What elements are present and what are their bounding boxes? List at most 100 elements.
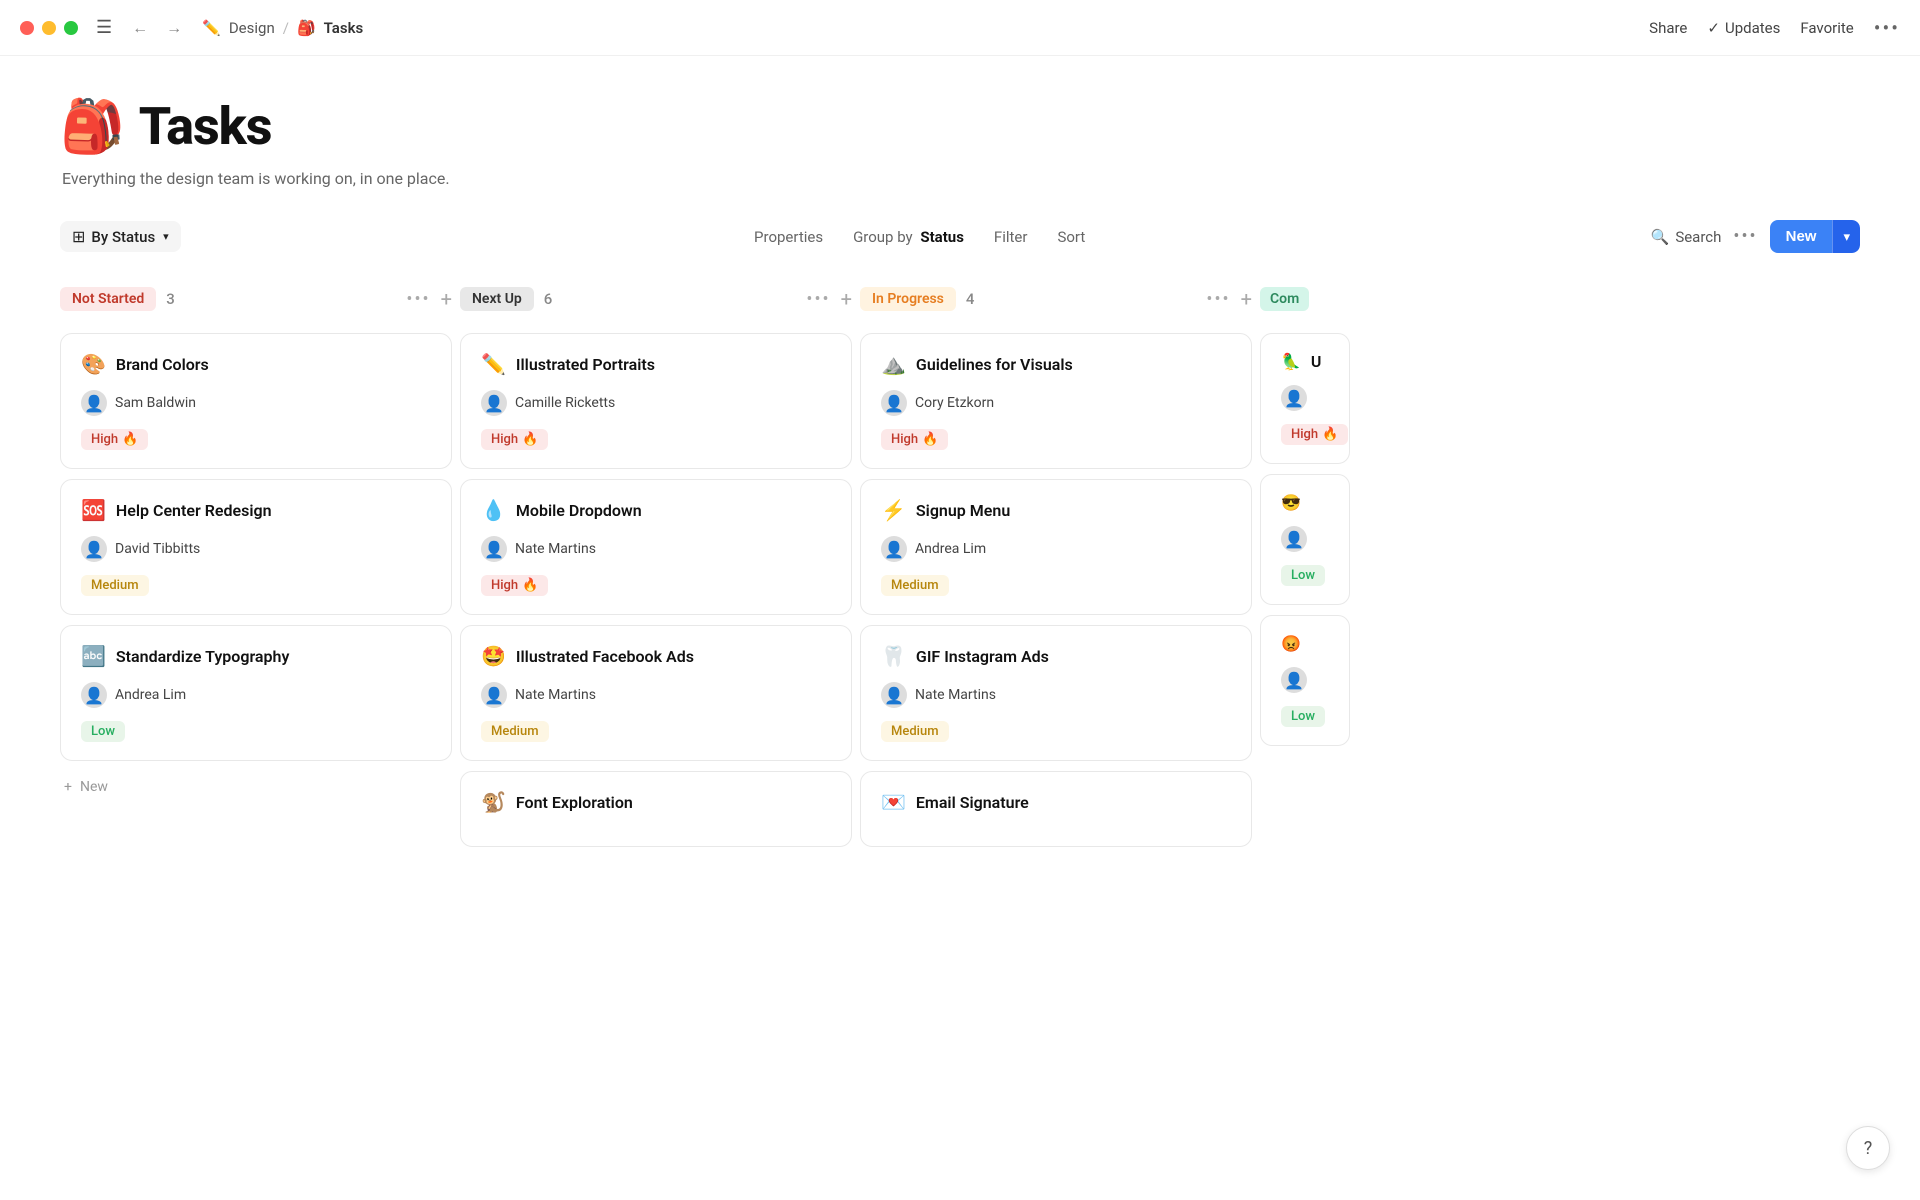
breadcrumb-separator: / [283,19,289,37]
column-next-up: Next Up 6 ••• + ✏️ Illustrated Portraits… [460,281,860,857]
forward-button[interactable]: → [160,16,188,40]
avatar: 👤 [81,682,107,708]
card-title-text: GIF Instagram Ads [916,647,1049,666]
avatar: 👤 [881,390,907,416]
nav-arrows: ← → [126,16,188,40]
card-illustrated-portraits[interactable]: ✏️ Illustrated Portraits 👤 Camille Ricke… [460,333,852,469]
card-title: 🆘 Help Center Redesign [81,498,431,522]
card-illustrated-fb-ads[interactable]: 🤩 Illustrated Facebook Ads 👤 Nate Martin… [460,625,852,761]
group-by-value: Status [920,228,964,246]
help-button[interactable]: ? [1846,1126,1890,1170]
card-title-text: Guidelines for Visuals [916,355,1073,374]
share-button[interactable]: Share [1649,19,1687,37]
column-header-in-progress: In Progress 4 ••• + [860,281,1252,317]
person-name: Nate Martins [915,687,996,703]
col-add-icon[interactable]: + [1241,287,1252,311]
status-badge-in-progress: In Progress [860,287,956,311]
toolbar-right: 🔍 Search ••• New ▾ [1651,220,1860,253]
priority-emoji: 🔥 [122,432,138,447]
priority-badge: Medium [881,721,949,742]
col-add-icon[interactable]: + [841,287,852,311]
view-label: By Status [91,228,155,246]
maximize-button[interactable] [64,21,78,35]
card-guidelines-visuals[interactable]: ⛰️ Guidelines for Visuals 👤 Cory Etzkorn… [860,333,1252,469]
priority-label: High [1291,427,1318,442]
favorite-button[interactable]: Favorite [1800,19,1853,37]
person-name: Andrea Lim [115,687,186,703]
priority-badge: High 🔥 [481,575,548,596]
add-new-not-started[interactable]: + New [60,771,452,803]
more-options-button[interactable]: ••• [1874,16,1900,40]
back-button[interactable]: ← [126,16,154,40]
card-person: 👤 Nate Martins [881,682,1231,708]
priority-label: Low [1291,568,1315,583]
card-mobile-dropdown[interactable]: 💧 Mobile Dropdown 👤 Nate Martins High 🔥 [460,479,852,615]
person-name: Nate Martins [515,541,596,557]
column-complete-partial: Com 🦜 U 👤 High 🔥 😎 [1260,281,1350,857]
avatar: 👤 [481,682,507,708]
card-email-signature[interactable]: 💌 Email Signature [860,771,1252,847]
col-add-icon[interactable]: + [441,287,452,311]
group-by-button[interactable]: Group by Status [847,224,970,250]
close-button[interactable] [20,21,34,35]
group-by-label: Group by [853,228,913,246]
column-not-started: Not Started 3 ••• + 🎨 Brand Colors 👤 Sam… [60,281,460,857]
person-name: Cory Etzkorn [915,395,994,411]
card-complete-2[interactable]: 😎 👤 Low [1260,474,1350,605]
card-title: 🦷 GIF Instagram Ads [881,644,1231,668]
card-person: 👤 Nate Martins [481,682,831,708]
priority-label: High [891,432,918,447]
new-button[interactable]: New [1770,220,1833,253]
hamburger-icon[interactable]: ☰ [96,17,112,38]
priority-badge: Low [1281,565,1325,586]
card-font-exploration[interactable]: 🐒 Font Exploration [460,771,852,847]
updates-button[interactable]: ✓ Updates [1707,19,1780,37]
sort-button[interactable]: Sort [1051,224,1091,250]
card-title-text: Email Signature [916,793,1029,812]
card-help-center[interactable]: 🆘 Help Center Redesign 👤 David Tibbitts … [60,479,452,615]
grid-icon: ⊞ [72,227,85,246]
card-complete-3[interactable]: 😡 👤 Low [1260,615,1350,746]
card-icon: 🆘 [81,498,106,522]
card-title: 😎 [1281,493,1329,512]
card-title-text: U [1311,352,1322,371]
col-more-icon[interactable]: ••• [1206,289,1230,310]
filter-button[interactable]: Filter [988,224,1034,250]
avatar: 👤 [881,682,907,708]
card-signup-menu[interactable]: ⚡ Signup Menu 👤 Andrea Lim Medium [860,479,1252,615]
priority-badge: High 🔥 [81,429,148,450]
card-icon: 😡 [1281,634,1301,653]
card-complete-1[interactable]: 🦜 U 👤 High 🔥 [1260,333,1350,464]
page-header: 🎒 Tasks [60,96,1860,157]
breadcrumb-parent[interactable]: Design [229,19,275,37]
minimize-button[interactable] [42,21,56,35]
priority-badge: Medium [81,575,149,596]
column-header-not-started: Not Started 3 ••• + [60,281,452,317]
col-more-icon[interactable]: ••• [406,289,430,310]
column-header-next-up: Next Up 6 ••• + [460,281,852,317]
priority-label: High [491,578,518,593]
priority-label: Medium [891,578,939,593]
avatar: 👤 [481,390,507,416]
card-title: 😡 [1281,634,1329,653]
view-selector[interactable]: ⊞ By Status ▾ [60,221,181,252]
col-more-icon[interactable]: ••• [806,289,830,310]
view-caret-icon: ▾ [163,230,169,243]
card-brand-colors[interactable]: 🎨 Brand Colors 👤 Sam Baldwin High 🔥 [60,333,452,469]
priority-label: Medium [91,578,139,593]
card-icon: ✏️ [481,352,506,376]
toolbar-more-button[interactable]: ••• [1733,226,1757,247]
card-icon: 🦷 [881,644,906,668]
search-icon: 🔍 [1651,228,1670,246]
card-standardize-typography[interactable]: 🔤 Standardize Typography 👤 Andrea Lim Lo… [60,625,452,761]
properties-button[interactable]: Properties [748,224,829,250]
new-dropdown-button[interactable]: ▾ [1832,220,1860,253]
card-gif-instagram-ads[interactable]: 🦷 GIF Instagram Ads 👤 Nate Martins Mediu… [860,625,1252,761]
titlebar-right: Share ✓ Updates Favorite ••• [1649,16,1900,40]
card-person: 👤 Cory Etzkorn [881,390,1231,416]
search-button[interactable]: 🔍 Search [1651,228,1722,246]
card-title-text: Illustrated Portraits [516,355,655,374]
check-icon: ✓ [1707,19,1720,37]
card-icon: 🎨 [81,352,106,376]
person-name: Andrea Lim [915,541,986,557]
